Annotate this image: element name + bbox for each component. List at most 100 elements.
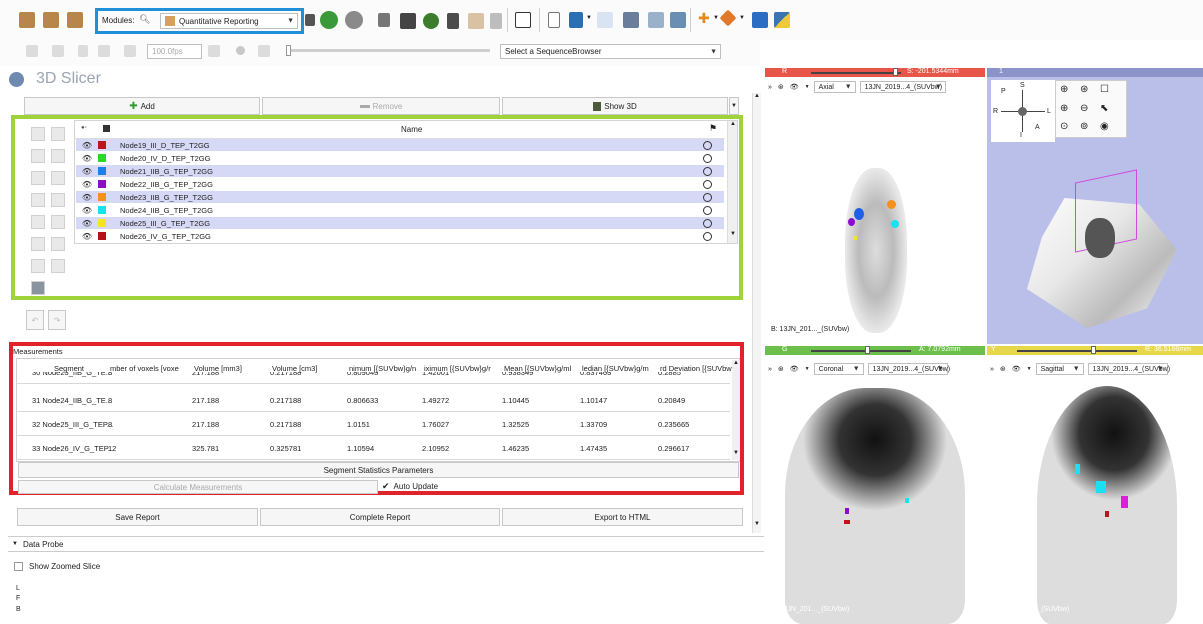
crosshair-dots-icon[interactable]	[468, 13, 484, 29]
remove-segment-button[interactable]: Remove	[262, 97, 500, 115]
left-panel-scrollbar[interactable]: ▲ ▼	[752, 93, 761, 533]
pin-icon[interactable]: »	[768, 84, 772, 91]
red-slider-handle[interactable]	[893, 68, 898, 76]
segment-statistics-parameters-button[interactable]: Segment Statistics Parameters	[18, 462, 739, 478]
eye-icon[interactable]: 👁︎	[76, 167, 98, 176]
fps-spinbox[interactable]: 100.0fps	[147, 44, 202, 59]
box-icon[interactable]: ☐	[1100, 84, 1109, 95]
sequence-browser-combo[interactable]: Select a SequenceBrowser ▼	[500, 44, 721, 59]
mask-volume-tool[interactable]	[31, 259, 45, 273]
eye-icon[interactable]: 👁︎	[76, 193, 98, 202]
rotate-icon[interactable]: ⊛	[1080, 84, 1088, 95]
green-slice-slider[interactable]	[811, 350, 911, 352]
prev-frame-icon[interactable]	[52, 45, 64, 57]
zoom-in-icon[interactable]: ⊕	[1060, 103, 1068, 114]
knife-icon[interactable]	[490, 13, 502, 29]
screenshot-icon[interactable]	[670, 12, 686, 28]
sequence-slider[interactable]	[290, 49, 490, 52]
chevron-down-icon[interactable]: ▼	[805, 366, 810, 372]
paint-tool[interactable]	[51, 127, 65, 141]
status-indicator[interactable]	[703, 179, 712, 189]
python-icon[interactable]	[774, 12, 790, 28]
status-indicator[interactable]	[703, 218, 712, 228]
status-indicator[interactable]	[703, 166, 712, 176]
eye-icon[interactable]: 👁︎	[76, 154, 98, 163]
export-html-button[interactable]: Export to HTML	[502, 508, 743, 526]
measurement-row[interactable]: 33 Node26_IV_G_TEP... 12 325.781 0.325781 1.…	[16, 436, 730, 460]
red-orientation-combo[interactable]: Axial ▼	[813, 81, 856, 93]
record-icon[interactable]	[236, 46, 245, 55]
search-icon[interactable]: 🔍︎	[139, 14, 150, 25]
smoothing-tool[interactable]	[31, 215, 45, 229]
red-slice-view[interactable]: R S: -201.5344mm » ⊛ 👁︎ ▼ Axial ▼ 13JN_2…	[765, 68, 985, 344]
green-slider-handle[interactable]	[865, 346, 870, 354]
chevron-down-icon[interactable]: ▼	[739, 15, 745, 21]
logical-tool[interactable]	[51, 237, 65, 251]
eye-icon[interactable]: 👁︎	[76, 141, 98, 150]
eye-icon[interactable]: 👁︎	[76, 180, 98, 189]
yellow-slice-view[interactable]: Y R: 36.5166mm » ⊛ 👁︎ ▼ Sagittal ▼ 13JN_…	[987, 346, 1203, 624]
undo-button[interactable]: ↶	[26, 310, 44, 330]
redo-button[interactable]: ↷	[48, 310, 66, 330]
complete-report-button[interactable]: Complete Report	[260, 508, 500, 526]
measurements-scrollbar[interactable]: ▲ ▼	[732, 360, 740, 460]
segment-row[interactable]: 👁︎ Node21_IIB_G_TEP_T2GG	[76, 165, 724, 177]
eye-icon[interactable]: 👁︎	[790, 83, 799, 91]
segment-color-swatch[interactable]	[98, 167, 106, 175]
scroll-up-icon[interactable]: ▲	[733, 360, 739, 366]
yellow-slider-handle[interactable]	[1091, 346, 1096, 354]
show-3d-button[interactable]: Show 3D	[502, 97, 728, 115]
segment-color-swatch[interactable]	[98, 232, 106, 240]
module-combo[interactable]: Quantitative Reporting ▼	[160, 13, 298, 29]
segment-row[interactable]: 👁︎ Node24_IIB_G_TEP_T2GG	[76, 204, 724, 216]
first-frame-icon[interactable]	[26, 45, 38, 57]
next-frame-icon[interactable]	[98, 45, 110, 57]
last-frame-icon[interactable]	[124, 45, 136, 57]
eye-icon[interactable]: 👁︎	[76, 206, 98, 215]
layout-icon[interactable]	[378, 13, 390, 27]
chevron-down-icon[interactable]: ▼	[586, 15, 592, 21]
green-slice-view[interactable]: G A: 7.0792mm » ⊛ 👁︎ ▼ Coronal ▼ 13JN_20…	[765, 346, 985, 624]
hand-icon[interactable]	[447, 13, 459, 29]
list-icon[interactable]	[305, 14, 315, 26]
pin-icon[interactable]: »	[768, 366, 772, 373]
eye-icon[interactable]: ◉	[1100, 121, 1109, 132]
level-tracing-tool[interactable]	[31, 171, 45, 185]
cube-icon[interactable]	[400, 13, 416, 29]
segment-row[interactable]: 👁︎ Node20_IV_D_TEP_T2GG	[76, 152, 724, 164]
sphere-icon[interactable]	[423, 13, 439, 29]
status-indicator[interactable]	[703, 205, 712, 215]
calculate-measurements-button[interactable]: Calculate Measurements	[18, 480, 378, 494]
chevron-down-icon[interactable]: ▼	[713, 15, 719, 21]
pointer-icon[interactable]	[548, 12, 560, 28]
data-icon[interactable]	[19, 12, 35, 28]
status-indicator[interactable]	[703, 153, 712, 163]
segment-color-swatch[interactable]	[98, 154, 106, 162]
segment-color-swatch[interactable]	[98, 180, 106, 188]
segment-row[interactable]: 👁︎ Node19_III_D_TEP_T2GG	[76, 139, 724, 151]
erase-tool[interactable]	[51, 149, 65, 163]
eye-icon[interactable]: 👁︎	[790, 365, 799, 373]
dcm-icon[interactable]	[43, 12, 59, 28]
hollow-tool[interactable]	[51, 193, 65, 207]
back-arrow-icon[interactable]	[320, 11, 338, 29]
axes-icon[interactable]: ⬉	[1100, 103, 1108, 114]
link-icon[interactable]: ⊛	[778, 365, 784, 373]
data-probe-header[interactable]: ▼ Data Probe	[8, 536, 764, 552]
scroll-up-icon[interactable]: ▲	[754, 93, 760, 99]
capture-icon[interactable]	[623, 12, 639, 28]
yellow-volume-combo[interactable]: 13JN_2019...4_(SUVbw) ▼	[1087, 363, 1170, 375]
link-icon[interactable]: ⊛	[1000, 365, 1006, 373]
chevron-down-icon[interactable]: ▼	[1027, 366, 1032, 372]
segment-color-swatch[interactable]	[98, 219, 106, 227]
threed-view[interactable]: 1 ⊕ ⊛ ☐ ⊕ ⊖ ⬉ ⊙ ⊚ ◉ P S R L A I	[987, 68, 1203, 344]
center-view-icon[interactable]: ⊕	[1060, 84, 1068, 95]
pin-icon[interactable]	[569, 12, 583, 28]
eye-icon[interactable]: 👁︎	[76, 219, 98, 228]
split-tool[interactable]	[51, 259, 65, 273]
margin-tool[interactable]	[31, 193, 45, 207]
green-orientation-combo[interactable]: Coronal ▼	[813, 363, 864, 375]
link-icon[interactable]: ⊛	[778, 83, 784, 91]
loop-icon[interactable]	[208, 45, 220, 57]
star-icon[interactable]: ✚	[698, 10, 710, 27]
